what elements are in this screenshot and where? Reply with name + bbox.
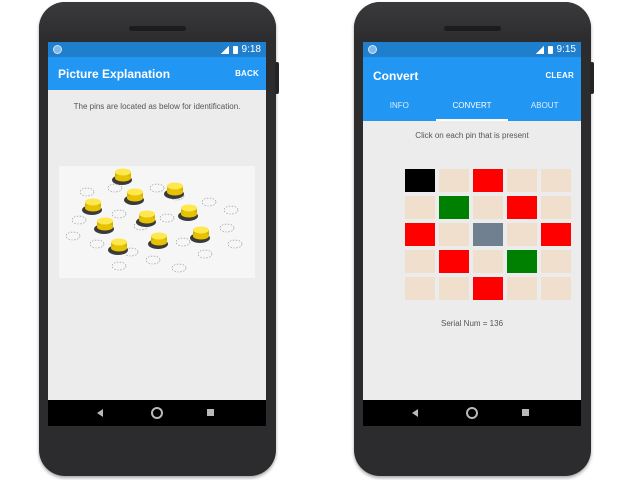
- signal-icon: [535, 45, 544, 54]
- status-time: 9:18: [241, 44, 261, 55]
- pin-cell[interactable]: [473, 196, 503, 219]
- pin-cell[interactable]: [405, 223, 435, 246]
- content-area: The pins are located as below for identi…: [48, 90, 266, 400]
- pin-cell[interactable]: [405, 169, 435, 192]
- power-button: [275, 62, 279, 94]
- explanation-caption: The pins are located as below for identi…: [73, 102, 241, 111]
- tab-about[interactable]: ABOUT: [508, 92, 581, 121]
- back-nav-icon[interactable]: [412, 409, 418, 417]
- speaker-grille: [129, 26, 186, 31]
- notification-icon: [53, 45, 62, 54]
- pin-cell[interactable]: [473, 277, 503, 300]
- pin-cell[interactable]: [507, 277, 537, 300]
- clear-button[interactable]: CLEAR: [545, 71, 574, 80]
- pin-cell[interactable]: [439, 223, 469, 246]
- content-area: Click on each pin that is present Serial…: [363, 121, 581, 400]
- tab-bar: INFO CONVERT ABOUT: [363, 92, 581, 121]
- pin-cell[interactable]: [507, 196, 537, 219]
- battery-icon: [547, 45, 553, 54]
- status-bar: 9:15: [363, 42, 581, 57]
- status-time: 9:15: [556, 44, 576, 55]
- pin-cell[interactable]: [439, 250, 469, 273]
- pin-cell[interactable]: [541, 250, 571, 273]
- home-nav-icon[interactable]: [466, 407, 478, 419]
- page-title: Convert: [373, 69, 419, 83]
- pin-cell[interactable]: [541, 223, 571, 246]
- notification-icon: [368, 45, 377, 54]
- instruction-text: Click on each pin that is present: [415, 131, 529, 140]
- right-screen: 9:15 Convert CLEAR INFO CONVERT ABOUT Cl…: [363, 42, 581, 426]
- pin-grid: [405, 169, 571, 300]
- pin-cell[interactable]: [541, 196, 571, 219]
- status-bar: 9:18: [48, 42, 266, 57]
- pin-cell[interactable]: [541, 277, 571, 300]
- serial-number: Serial Num = 136: [440, 319, 504, 328]
- pin-cell[interactable]: [405, 277, 435, 300]
- recents-nav-icon[interactable]: [207, 409, 214, 416]
- pin-layout-image: [59, 166, 255, 278]
- pin-cell[interactable]: [439, 277, 469, 300]
- pin-cell[interactable]: [473, 223, 503, 246]
- pin-cell[interactable]: [439, 169, 469, 192]
- back-button[interactable]: BACK: [235, 69, 259, 78]
- pin-cell[interactable]: [541, 169, 571, 192]
- pin-cell[interactable]: [439, 196, 469, 219]
- battery-icon: [232, 45, 238, 54]
- home-nav-icon[interactable]: [151, 407, 163, 419]
- tab-info[interactable]: INFO: [363, 92, 436, 121]
- pin-cell[interactable]: [507, 223, 537, 246]
- right-phone: 9:15 Convert CLEAR INFO CONVERT ABOUT Cl…: [354, 2, 594, 476]
- pin-cell[interactable]: [473, 250, 503, 273]
- signal-icon: [220, 45, 229, 54]
- recents-nav-icon[interactable]: [522, 409, 529, 416]
- left-screen: 9:18 Picture Explanation BACK The pins a…: [48, 42, 266, 426]
- pin-cell[interactable]: [507, 169, 537, 192]
- left-phone: 9:18 Picture Explanation BACK The pins a…: [39, 2, 279, 476]
- navigation-bar: [363, 400, 581, 426]
- power-button: [590, 62, 594, 94]
- app-bar: Convert CLEAR INFO CONVERT ABOUT: [363, 57, 581, 121]
- pin-cell[interactable]: [405, 196, 435, 219]
- tab-convert[interactable]: CONVERT: [435, 92, 509, 121]
- pin-cell[interactable]: [473, 169, 503, 192]
- navigation-bar: [48, 400, 266, 426]
- speaker-grille: [444, 26, 501, 31]
- pin-cell[interactable]: [507, 250, 537, 273]
- page-title: Picture Explanation: [58, 67, 171, 81]
- app-bar: Picture Explanation BACK: [48, 57, 266, 90]
- back-nav-icon[interactable]: [97, 409, 103, 417]
- pin-cell[interactable]: [405, 250, 435, 273]
